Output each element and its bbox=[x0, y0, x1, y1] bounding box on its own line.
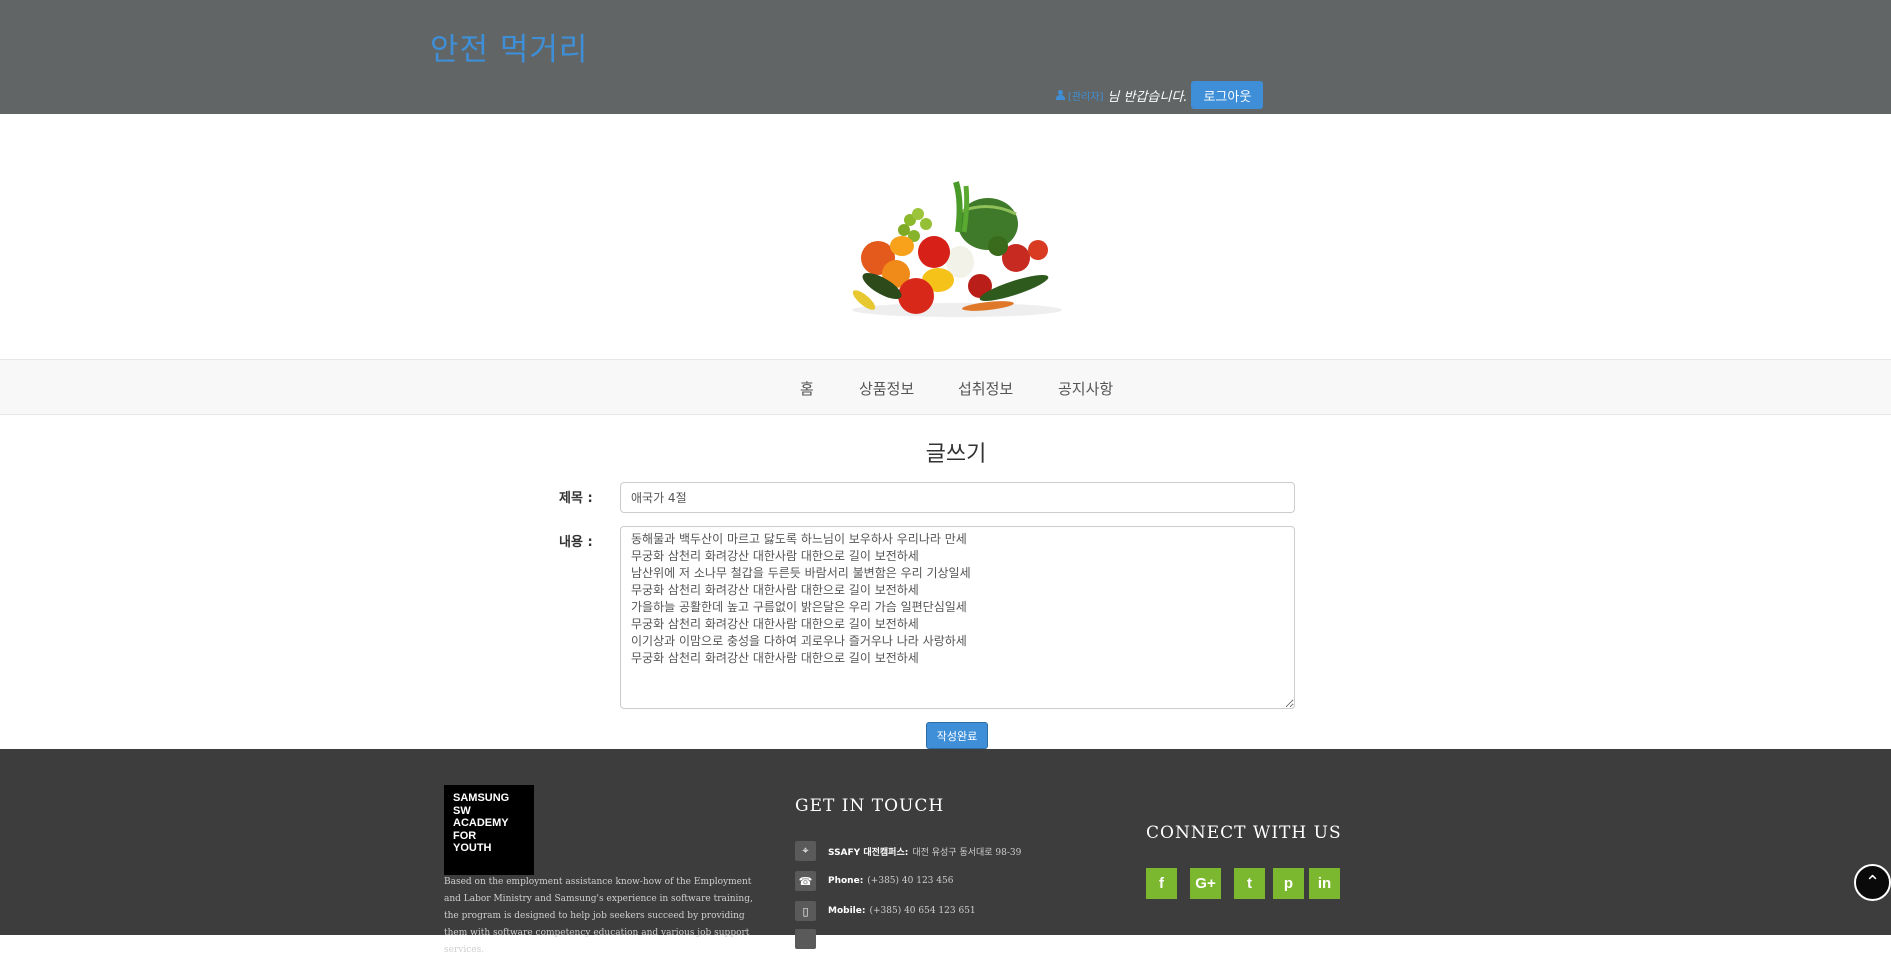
facebook-icon[interactable]: f bbox=[1146, 868, 1177, 899]
title-input[interactable] bbox=[620, 482, 1295, 513]
logo-line: ACADEMY bbox=[453, 817, 509, 829]
greeting-text: 님 반갑습니다. bbox=[1107, 89, 1188, 105]
submit-button[interactable]: 작성완료 bbox=[926, 722, 988, 749]
user-icon bbox=[1056, 90, 1065, 100]
user-name: [관리자] bbox=[1068, 91, 1104, 103]
main-nav: 홈 상품정보 섭취정보 공지사항 bbox=[0, 359, 1891, 415]
map-marker-icon: ⌖ bbox=[795, 841, 816, 861]
ssafy-logo: SAMSUNG SW ACADEMY FOR YOUTH bbox=[444, 785, 569, 875]
contact-key: Phone: bbox=[828, 876, 864, 886]
content-label: 내용 : bbox=[559, 535, 593, 550]
nav-product-info[interactable]: 상품정보 bbox=[859, 378, 914, 399]
nav-intake-info[interactable]: 섭취정보 bbox=[958, 378, 1013, 399]
content-textarea[interactable]: 동해물과 백두산이 마르고 닳도록 하느님이 보우하사 우리나라 만세 무궁화 … bbox=[620, 526, 1295, 709]
pinterest-icon[interactable]: p bbox=[1273, 868, 1304, 899]
nav-notice[interactable]: 공지사항 bbox=[1058, 378, 1113, 399]
scroll-to-top-icon[interactable]: ⌃ bbox=[1854, 864, 1891, 901]
contact-key: SSAFY 대전캠퍼스: bbox=[828, 847, 909, 858]
linkedin-icon[interactable]: in bbox=[1309, 868, 1340, 899]
logo-line: SW bbox=[453, 804, 471, 817]
logo-line: SAMSUNG bbox=[453, 792, 510, 804]
envelope-icon bbox=[795, 929, 816, 949]
site-brand[interactable]: 안전 먹거리 bbox=[430, 24, 588, 69]
contact-value: (+385) 40 654 123 651 bbox=[869, 906, 976, 916]
top-header: 안전 먹거리 [관리자] 님 반갑습니다. 로그아웃 bbox=[0, 0, 1891, 114]
nav-home[interactable]: 홈 bbox=[800, 378, 814, 399]
google-plus-icon[interactable]: G+ bbox=[1190, 868, 1221, 899]
get-in-touch-heading: GET IN TOUCH bbox=[795, 796, 945, 816]
twitter-icon[interactable]: t bbox=[1234, 868, 1265, 899]
about-text: Based on the employment assistance know-… bbox=[444, 877, 753, 955]
contact-value: 대전 유성구 동서대로 98-39 bbox=[912, 847, 1022, 858]
contact-key: Mobile: bbox=[828, 906, 866, 916]
contact-extra bbox=[795, 929, 828, 949]
user-greeting: [관리자] 님 반갑습니다. 로그아웃 bbox=[1056, 80, 1264, 110]
page-title: 글쓰기 bbox=[925, 442, 987, 467]
logo-line: YOUTH bbox=[453, 842, 492, 854]
phone-icon: ☎ bbox=[795, 871, 816, 891]
vegetables-hero-image bbox=[852, 181, 1062, 317]
title-label: 제목 : bbox=[559, 491, 593, 506]
contact-phone: ☎ Phone: (+385) 40 123 456 bbox=[795, 871, 953, 891]
logo-line: FOR bbox=[453, 829, 477, 842]
mobile-icon: ▯ bbox=[795, 901, 816, 921]
contact-address: ⌖ SSAFY 대전캠퍼스: 대전 유성구 동서대로 98-39 bbox=[795, 841, 1021, 861]
logout-button[interactable]: 로그아웃 bbox=[1191, 81, 1264, 109]
contact-mobile: ▯ Mobile: (+385) 40 654 123 651 bbox=[795, 901, 976, 921]
contact-value: (+385) 40 123 456 bbox=[867, 876, 954, 886]
connect-heading: CONNECT WITH US bbox=[1146, 823, 1342, 843]
